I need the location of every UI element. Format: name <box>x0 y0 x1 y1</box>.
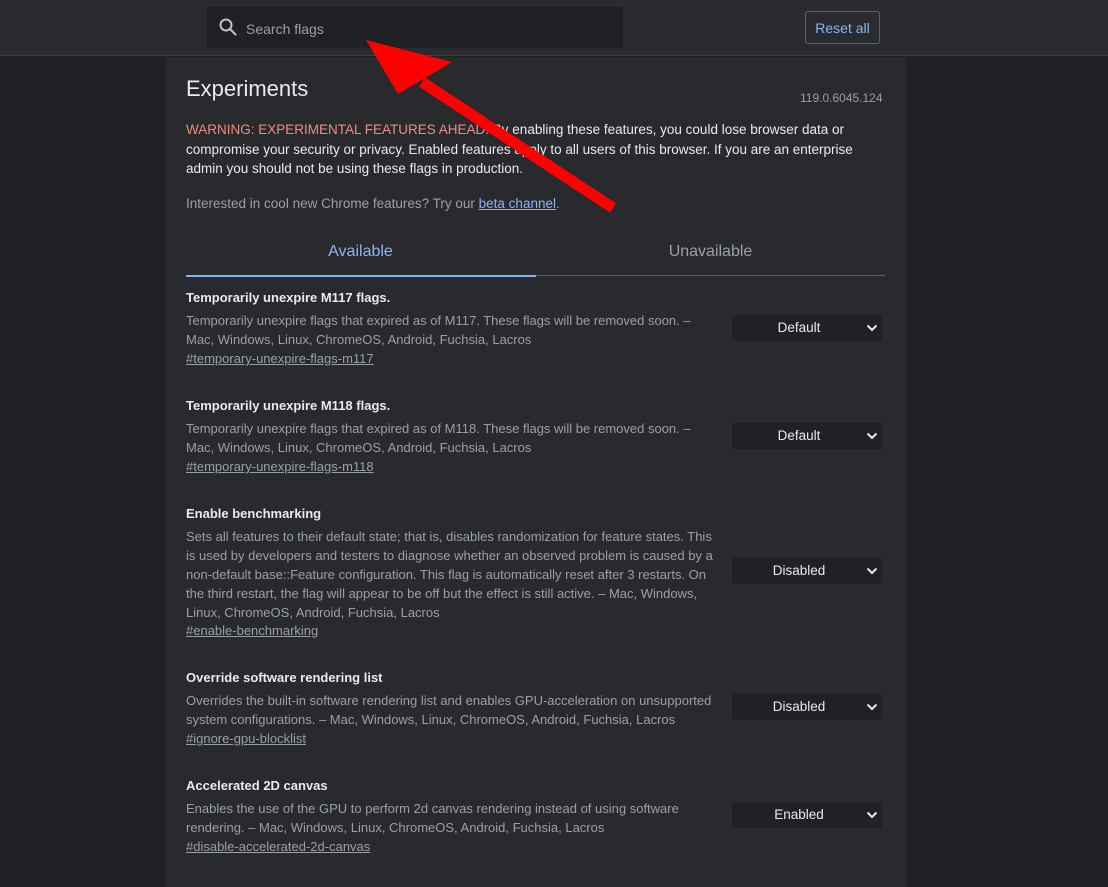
flag-title: Temporarily unexpire M117 flags. <box>186 290 391 305</box>
flag-item: Temporarily unexpire M117 flags. Tempora… <box>186 290 886 370</box>
flag-state-select[interactable]: Default <box>732 315 882 341</box>
flag-state-value: Disabled <box>772 699 826 714</box>
flag-state-select[interactable]: Enabled <box>732 802 882 828</box>
warning-message: WARNING: EXPERIMENTAL FEATURES AHEAD! By… <box>186 120 876 179</box>
flag-state-select[interactable]: Disabled <box>732 694 882 720</box>
flag-title: Override software rendering list <box>186 670 383 685</box>
flag-link[interactable]: #ignore-gpu-blocklist <box>186 731 306 746</box>
tab-available[interactable]: Available <box>186 233 535 275</box>
flag-item: Enable benchmarking Sets all features to… <box>186 506 886 642</box>
flag-title: Accelerated 2D canvas <box>186 778 328 793</box>
active-tab-indicator <box>186 275 536 277</box>
promo-text: Interested in cool new Chrome features? … <box>186 196 560 211</box>
flag-description: Enables the use of the GPU to perform 2d… <box>186 801 679 835</box>
flag-title: Enable benchmarking <box>186 506 322 521</box>
flag-description: Sets all features to their default state… <box>186 529 713 620</box>
flag-title: Temporarily unexpire M118 flags. <box>186 398 391 413</box>
flag-state-select[interactable]: Default <box>732 423 882 449</box>
chevron-down-icon <box>866 432 878 440</box>
chevron-down-icon <box>866 811 878 819</box>
flag-item: Temporarily unexpire M118 flags. Tempora… <box>186 398 886 478</box>
flag-link[interactable]: #disable-accelerated-2d-canvas <box>186 839 370 854</box>
page-title: Experiments <box>186 76 309 101</box>
promo-end: . <box>555 196 560 211</box>
flag-link[interactable]: #temporary-unexpire-flags-m118 <box>186 459 374 474</box>
reset-all-button[interactable]: Reset all <box>805 11 880 44</box>
flag-state-select[interactable]: Disabled <box>732 558 882 584</box>
flag-state-value: Default <box>777 320 821 335</box>
chevron-down-icon <box>866 324 878 332</box>
chevron-down-icon <box>866 703 878 711</box>
tab-bar: Available Unavailable <box>186 233 885 277</box>
flag-description: Temporarily unexpire flags that expired … <box>186 313 691 347</box>
flag-state-value: Default <box>777 428 821 443</box>
chevron-down-icon <box>866 567 878 575</box>
warning-prefix: WARNING: EXPERIMENTAL FEATURES AHEAD! <box>186 122 490 137</box>
search-input[interactable] <box>244 7 618 50</box>
search-box[interactable] <box>207 7 623 50</box>
beta-channel-link[interactable]: beta channel <box>479 196 556 211</box>
top-toolbar: Reset all <box>0 0 1108 56</box>
promo-prefix: Interested in cool new Chrome features? … <box>186 196 479 211</box>
flag-link[interactable]: #enable-benchmarking <box>186 623 318 638</box>
tab-unavailable[interactable]: Unavailable <box>536 233 885 275</box>
experiments-panel: Experiments 119.0.6045.124 WARNING: EXPE… <box>166 57 906 887</box>
flag-item: Accelerated 2D canvas Enables the use of… <box>186 778 886 858</box>
flag-item: Override software rendering list Overrid… <box>186 670 886 750</box>
version-label: 119.0.6045.124 <box>800 91 883 105</box>
flag-state-value: Disabled <box>772 563 826 578</box>
flag-description: Overrides the built-in software renderin… <box>186 693 712 727</box>
flag-description: Temporarily unexpire flags that expired … <box>186 421 691 455</box>
flag-state-value: Enabled <box>774 807 824 822</box>
search-icon <box>219 18 237 36</box>
flag-link[interactable]: #temporary-unexpire-flags-m117 <box>186 351 374 366</box>
